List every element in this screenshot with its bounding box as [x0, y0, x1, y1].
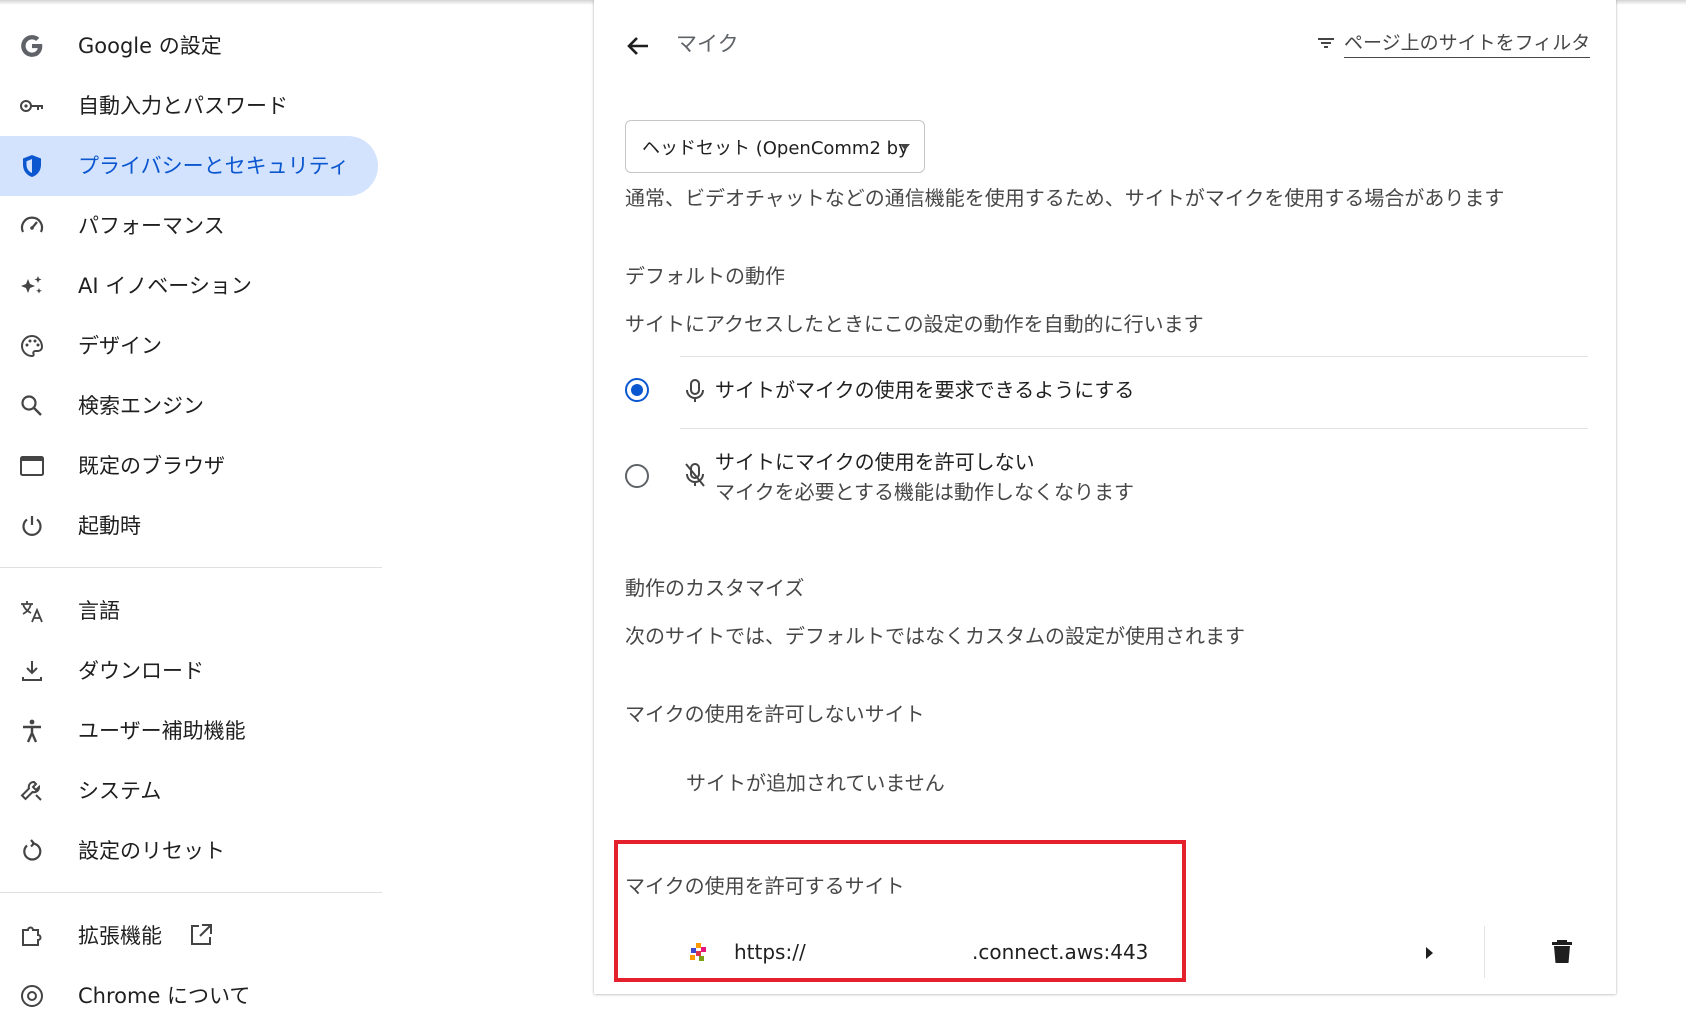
wrench-icon — [19, 778, 45, 804]
caret-down-icon — [900, 144, 910, 150]
filter-sites-button[interactable]: ページ上のサイトをフィルタ — [1314, 28, 1591, 58]
sidebar-item-appearance[interactable]: デザイン — [0, 316, 378, 376]
default-behavior-description: サイトにアクセスしたときにこの設定の動作を自動的に行います — [625, 312, 1204, 336]
sidebar-item-autofill[interactable]: 自動入力とパスワード — [0, 76, 378, 136]
sidebar-item-label: AI イノベーション — [78, 274, 252, 298]
allowed-sites-heading: マイクの使用を許可するサイト — [625, 874, 905, 898]
sidebar-item-label: 検索エンジン — [78, 394, 204, 418]
browser-window-icon — [19, 453, 45, 479]
block-radio[interactable] — [625, 464, 649, 488]
sidebar-item-google-settings[interactable]: Google の設定 — [0, 16, 378, 76]
arrow-right-icon — [1426, 947, 1433, 959]
sidebar-item-label: 拡張機能 — [78, 924, 162, 948]
sidebar-item-label: デザイン — [78, 334, 162, 358]
google-g-icon — [19, 33, 45, 59]
mic-off-icon — [683, 462, 707, 488]
sidebar-divider — [0, 892, 382, 893]
sidebar-item-system[interactable]: システム — [0, 761, 378, 821]
sidebar-item-on-startup[interactable]: 起動時 — [0, 496, 378, 556]
trash-icon — [1552, 940, 1572, 963]
block-label: サイトにマイクの使用を許可しない — [715, 450, 1035, 474]
sidebar-item-extensions[interactable]: 拡張機能 — [0, 906, 378, 966]
page-title: マイク — [676, 32, 739, 56]
site-details-button[interactable] — [1414, 938, 1444, 968]
back-button[interactable] — [620, 28, 656, 64]
sidebar-item-label: 既定のブラウザ — [78, 454, 225, 478]
sparkle-icon — [19, 273, 45, 299]
sidebar-item-label: Google の設定 — [78, 34, 222, 58]
row-separator — [1484, 926, 1485, 978]
sidebar-item-label: プライバシーとセキュリティ — [78, 154, 350, 178]
reset-icon — [19, 838, 45, 864]
custom-behavior-heading: 動作のカスタマイズ — [625, 576, 805, 600]
shield-icon — [19, 153, 45, 179]
filter-icon — [1318, 38, 1334, 48]
sidebar-item-label: 起動時 — [78, 514, 141, 538]
blocked-sites-empty: サイトが追加されていません — [686, 771, 945, 795]
filter-sites-label: ページ上のサイトをフィルタ — [1344, 29, 1591, 58]
device-description: 通常、ビデオチャットなどの通信機能を使用するため、サイトがマイクを使用する場合が… — [625, 186, 1505, 210]
sidebar-item-label: Chrome について — [78, 984, 251, 1008]
default-behavior-heading: デフォルトの動作 — [625, 264, 785, 288]
accessibility-icon — [19, 718, 45, 744]
sidebar-item-label: ユーザー補助機能 — [78, 719, 246, 743]
site-url-prefix: https:// — [734, 940, 806, 964]
arrow-back-icon — [627, 37, 648, 55]
sidebar-item-accessibility[interactable]: ユーザー補助機能 — [0, 701, 378, 761]
allow-ask-option[interactable]: サイトがマイクの使用を要求できるようにする — [625, 378, 1585, 418]
sidebar-item-ai-innovation[interactable]: AI イノベーション — [0, 256, 378, 316]
divider — [680, 428, 1588, 429]
sidebar-item-search-engine[interactable]: 検索エンジン — [0, 376, 378, 436]
sidebar-item-label: ダウンロード — [78, 659, 204, 683]
sidebar-item-downloads[interactable]: ダウンロード — [0, 641, 378, 701]
blocked-sites-heading: マイクの使用を許可しないサイト — [625, 702, 925, 726]
mic-icon — [683, 378, 707, 404]
search-icon — [19, 393, 45, 419]
sidebar-divider — [0, 567, 382, 568]
sidebar-item-privacy-security[interactable]: プライバシーとセキュリティ — [0, 136, 378, 196]
allow-ask-label: サイトがマイクの使用を要求できるようにする — [715, 378, 1135, 402]
microphone-settings-card: マイク ページ上のサイトをフィルタ ヘッドセット (OpenComm2 by 通… — [594, 0, 1616, 994]
sidebar-item-label: 自動入力とパスワード — [78, 94, 288, 118]
speedometer-icon — [19, 213, 45, 239]
settings-sidebar: Google の設定 自動入力とパスワード プライバシーとセキュリティ パフォー… — [0, 0, 382, 1008]
power-icon — [19, 513, 45, 539]
site-favicon — [688, 942, 708, 962]
sidebar-item-default-browser[interactable]: 既定のブラウザ — [0, 436, 378, 496]
custom-behavior-description: 次のサイトでは、デフォルトではなくカスタムの設定が使用されます — [625, 624, 1245, 648]
sidebar-item-label: 言語 — [78, 599, 120, 623]
chrome-icon — [19, 983, 45, 1009]
site-url-suffix: .connect.aws:443 — [972, 940, 1149, 964]
translate-icon — [19, 598, 45, 624]
microphone-device-select[interactable]: ヘッドセット (OpenComm2 by — [625, 120, 925, 173]
puzzle-icon — [19, 923, 45, 949]
divider — [680, 356, 1588, 357]
open-in-new-icon — [188, 922, 214, 948]
device-select-value: ヘッドセット (OpenComm2 by — [642, 137, 909, 159]
delete-site-button[interactable] — [1545, 934, 1579, 968]
block-option[interactable]: サイトにマイクの使用を許可しない マイクを必要とする機能は動作しなくなります — [625, 448, 1585, 508]
sidebar-item-reset-settings[interactable]: 設定のリセット — [0, 821, 378, 881]
sidebar-item-performance[interactable]: パフォーマンス — [0, 196, 378, 256]
allow-ask-radio[interactable] — [625, 378, 649, 402]
download-icon — [19, 658, 45, 684]
key-icon — [19, 93, 45, 119]
palette-icon — [19, 333, 45, 359]
sidebar-item-label: 設定のリセット — [78, 839, 225, 863]
sidebar-item-languages[interactable]: 言語 — [0, 581, 378, 641]
sidebar-item-about-chrome[interactable]: Chrome について — [0, 966, 378, 1026]
block-sublabel: マイクを必要とする機能は動作しなくなります — [715, 480, 1134, 504]
sidebar-item-label: パフォーマンス — [78, 214, 225, 238]
sidebar-item-label: システム — [78, 779, 162, 803]
